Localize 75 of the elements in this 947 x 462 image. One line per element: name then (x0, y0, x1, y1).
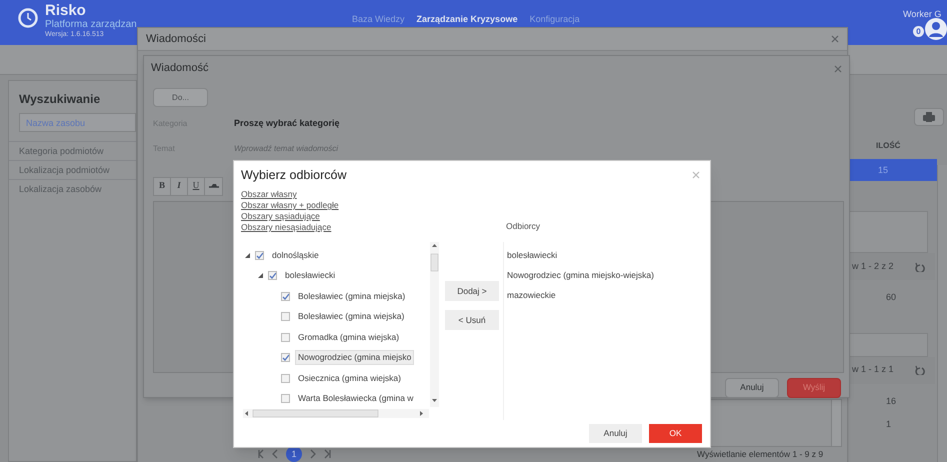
print-button[interactable] (914, 108, 944, 126)
user-name[interactable]: Worker G (903, 8, 942, 22)
close-icon[interactable] (692, 171, 700, 179)
close-icon[interactable] (834, 64, 842, 72)
dialog-button[interactable]: Anuluj (725, 378, 779, 398)
format-button[interactable]: I (171, 178, 188, 194)
checkbox[interactable] (268, 271, 277, 280)
area-link[interactable]: Obszar własny (241, 189, 506, 200)
category-value[interactable]: Proszę wybrać kategorię (234, 117, 340, 131)
add-button[interactable]: Dodaj > (445, 281, 499, 301)
user-avatar-icon[interactable] (925, 18, 947, 40)
checkmark-icon (282, 292, 289, 300)
arrow-left-icon[interactable] (256, 449, 265, 459)
column-header: ILOŚĆ (876, 140, 902, 152)
arrow-right-icon[interactable] (308, 449, 317, 459)
strikethrough-icon (208, 183, 218, 189)
tree-item[interactable]: Bolesławiec (gmina wiejska) (295, 309, 408, 324)
dialog-title: Wybierz odbiorców (241, 166, 346, 184)
checkbox[interactable] (281, 292, 290, 301)
expanded-arrow-icon[interactable] (258, 273, 263, 278)
vertical-scrollbar[interactable] (430, 242, 439, 407)
checkbox[interactable] (255, 250, 264, 260)
tree-item[interactable]: dolnośląskie (269, 248, 322, 263)
area-link[interactable]: Obszary niesąsiadujące (241, 222, 506, 233)
arrow-right-icon[interactable] (323, 449, 332, 459)
close-icon[interactable] (831, 35, 839, 43)
nav-link[interactable]: Zarządzanie Kryzysowe (416, 15, 518, 24)
checkmark-icon (269, 272, 276, 280)
logo-icon (18, 8, 38, 28)
tree-item[interactable]: Gromadka (gmina wiejska) (295, 330, 402, 345)
refresh-icon[interactable] (915, 365, 925, 375)
format-button[interactable]: U (188, 178, 205, 194)
scrollbar[interactable] (831, 400, 841, 446)
window-title: Wiadomości (146, 32, 206, 47)
horizontal-scrollbar[interactable] (243, 409, 429, 418)
dialog-button[interactable]: OK (649, 424, 702, 443)
pager-text: Wyświetlanie elementów 1 - 9 z 9 (697, 448, 824, 461)
tree-item[interactable]: bolesławiecki (282, 268, 338, 284)
strikethrough-button[interactable] (205, 178, 222, 194)
checkmark-icon (282, 354, 289, 362)
area-link[interactable]: Obszar własny + podległe (241, 200, 506, 211)
tree-item[interactable]: Bolesławiec (gmina miejska) (295, 288, 408, 304)
tree-item[interactable]: Osiecznica (gmina wiejska) (295, 370, 404, 386)
table-cell-text: 16 (886, 394, 898, 408)
table-cell-text: 60 (886, 291, 898, 304)
app-subtitle: Platforma zarządzan (45, 20, 137, 30)
search-field[interactable]: Nazwa zasobu (19, 113, 136, 132)
table-cell-text: 1 (886, 418, 892, 431)
checkbox[interactable] (281, 332, 290, 342)
format-button[interactable]: B (154, 178, 171, 194)
tree-item[interactable]: Warta Bolesławiecka (gmina w (295, 391, 416, 406)
expanded-arrow-icon[interactable] (245, 252, 250, 258)
window-title: Wiadomość (151, 61, 208, 76)
arrow-left-icon[interactable] (271, 449, 280, 459)
scrollbar[interactable] (937, 165, 947, 462)
checkbox[interactable] (281, 394, 290, 404)
checkmark-icon (256, 252, 263, 259)
checkbox[interactable] (281, 353, 290, 362)
recipient-item[interactable]: mazowieckie (507, 285, 703, 305)
list-label: Odbiorcy (506, 220, 540, 233)
recipient-item[interactable]: bolesławiecki (507, 245, 703, 265)
refresh-icon[interactable] (915, 262, 925, 272)
dialog-button[interactable]: Anuluj (589, 424, 642, 443)
remove-button[interactable]: < Usuń (445, 310, 499, 330)
pager-text: w 1 - 2 z 2 (852, 260, 894, 273)
recipient-item[interactable]: Nowogrodziec (gmina miejsko-wiejska) (507, 265, 703, 285)
area-link[interactable]: Obszary sąsiadujące (241, 211, 506, 222)
app-name: Risko (45, 3, 87, 18)
notification-badge: 0 (913, 26, 924, 37)
checkbox[interactable] (281, 312, 290, 322)
pager-text: w 1 - 1 z 1 (852, 363, 894, 376)
checkbox[interactable] (281, 374, 290, 383)
panel-title: Wyszukiwanie (18, 91, 102, 108)
tree-item[interactable]: Nowogrodziec (gmina miejsko (295, 350, 414, 366)
printer-icon (923, 112, 935, 122)
